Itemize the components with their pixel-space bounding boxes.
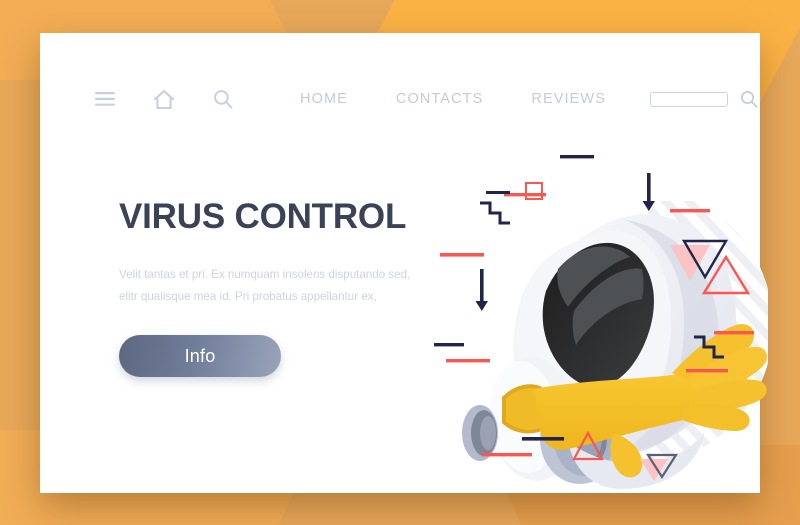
page-root: HOME CONTACTS REVIEWS VIRUS CONTROL Veli… <box>0 0 800 525</box>
info-button[interactable]: Info <box>119 335 281 377</box>
hero-description: Velit tantas et pri. Ex numquam insolens… <box>119 267 411 303</box>
search-submit-icon[interactable] <box>740 90 758 108</box>
nav-link-reviews[interactable]: REVIEWS <box>531 91 606 107</box>
virus-control-illustration <box>418 141 768 491</box>
search-input[interactable] <box>649 91 728 107</box>
hero-text-column: VIRUS CONTROL Velit tantas et pri. Ex nu… <box>119 197 449 377</box>
home-icon[interactable] <box>151 86 177 112</box>
filter-cartridge-left <box>462 405 498 461</box>
nav-links: HOME CONTACTS REVIEWS <box>300 91 606 107</box>
page-title: VIRUS CONTROL <box>119 197 407 236</box>
hamburger-menu-icon[interactable] <box>92 86 118 112</box>
nav-link-home[interactable]: HOME <box>300 91 348 107</box>
landing-page-card: HOME CONTACTS REVIEWS VIRUS CONTROL Veli… <box>40 33 768 493</box>
nav-search-group <box>649 90 758 108</box>
search-icon[interactable] <box>210 86 236 112</box>
nav-link-contacts[interactable]: CONTACTS <box>396 91 483 107</box>
